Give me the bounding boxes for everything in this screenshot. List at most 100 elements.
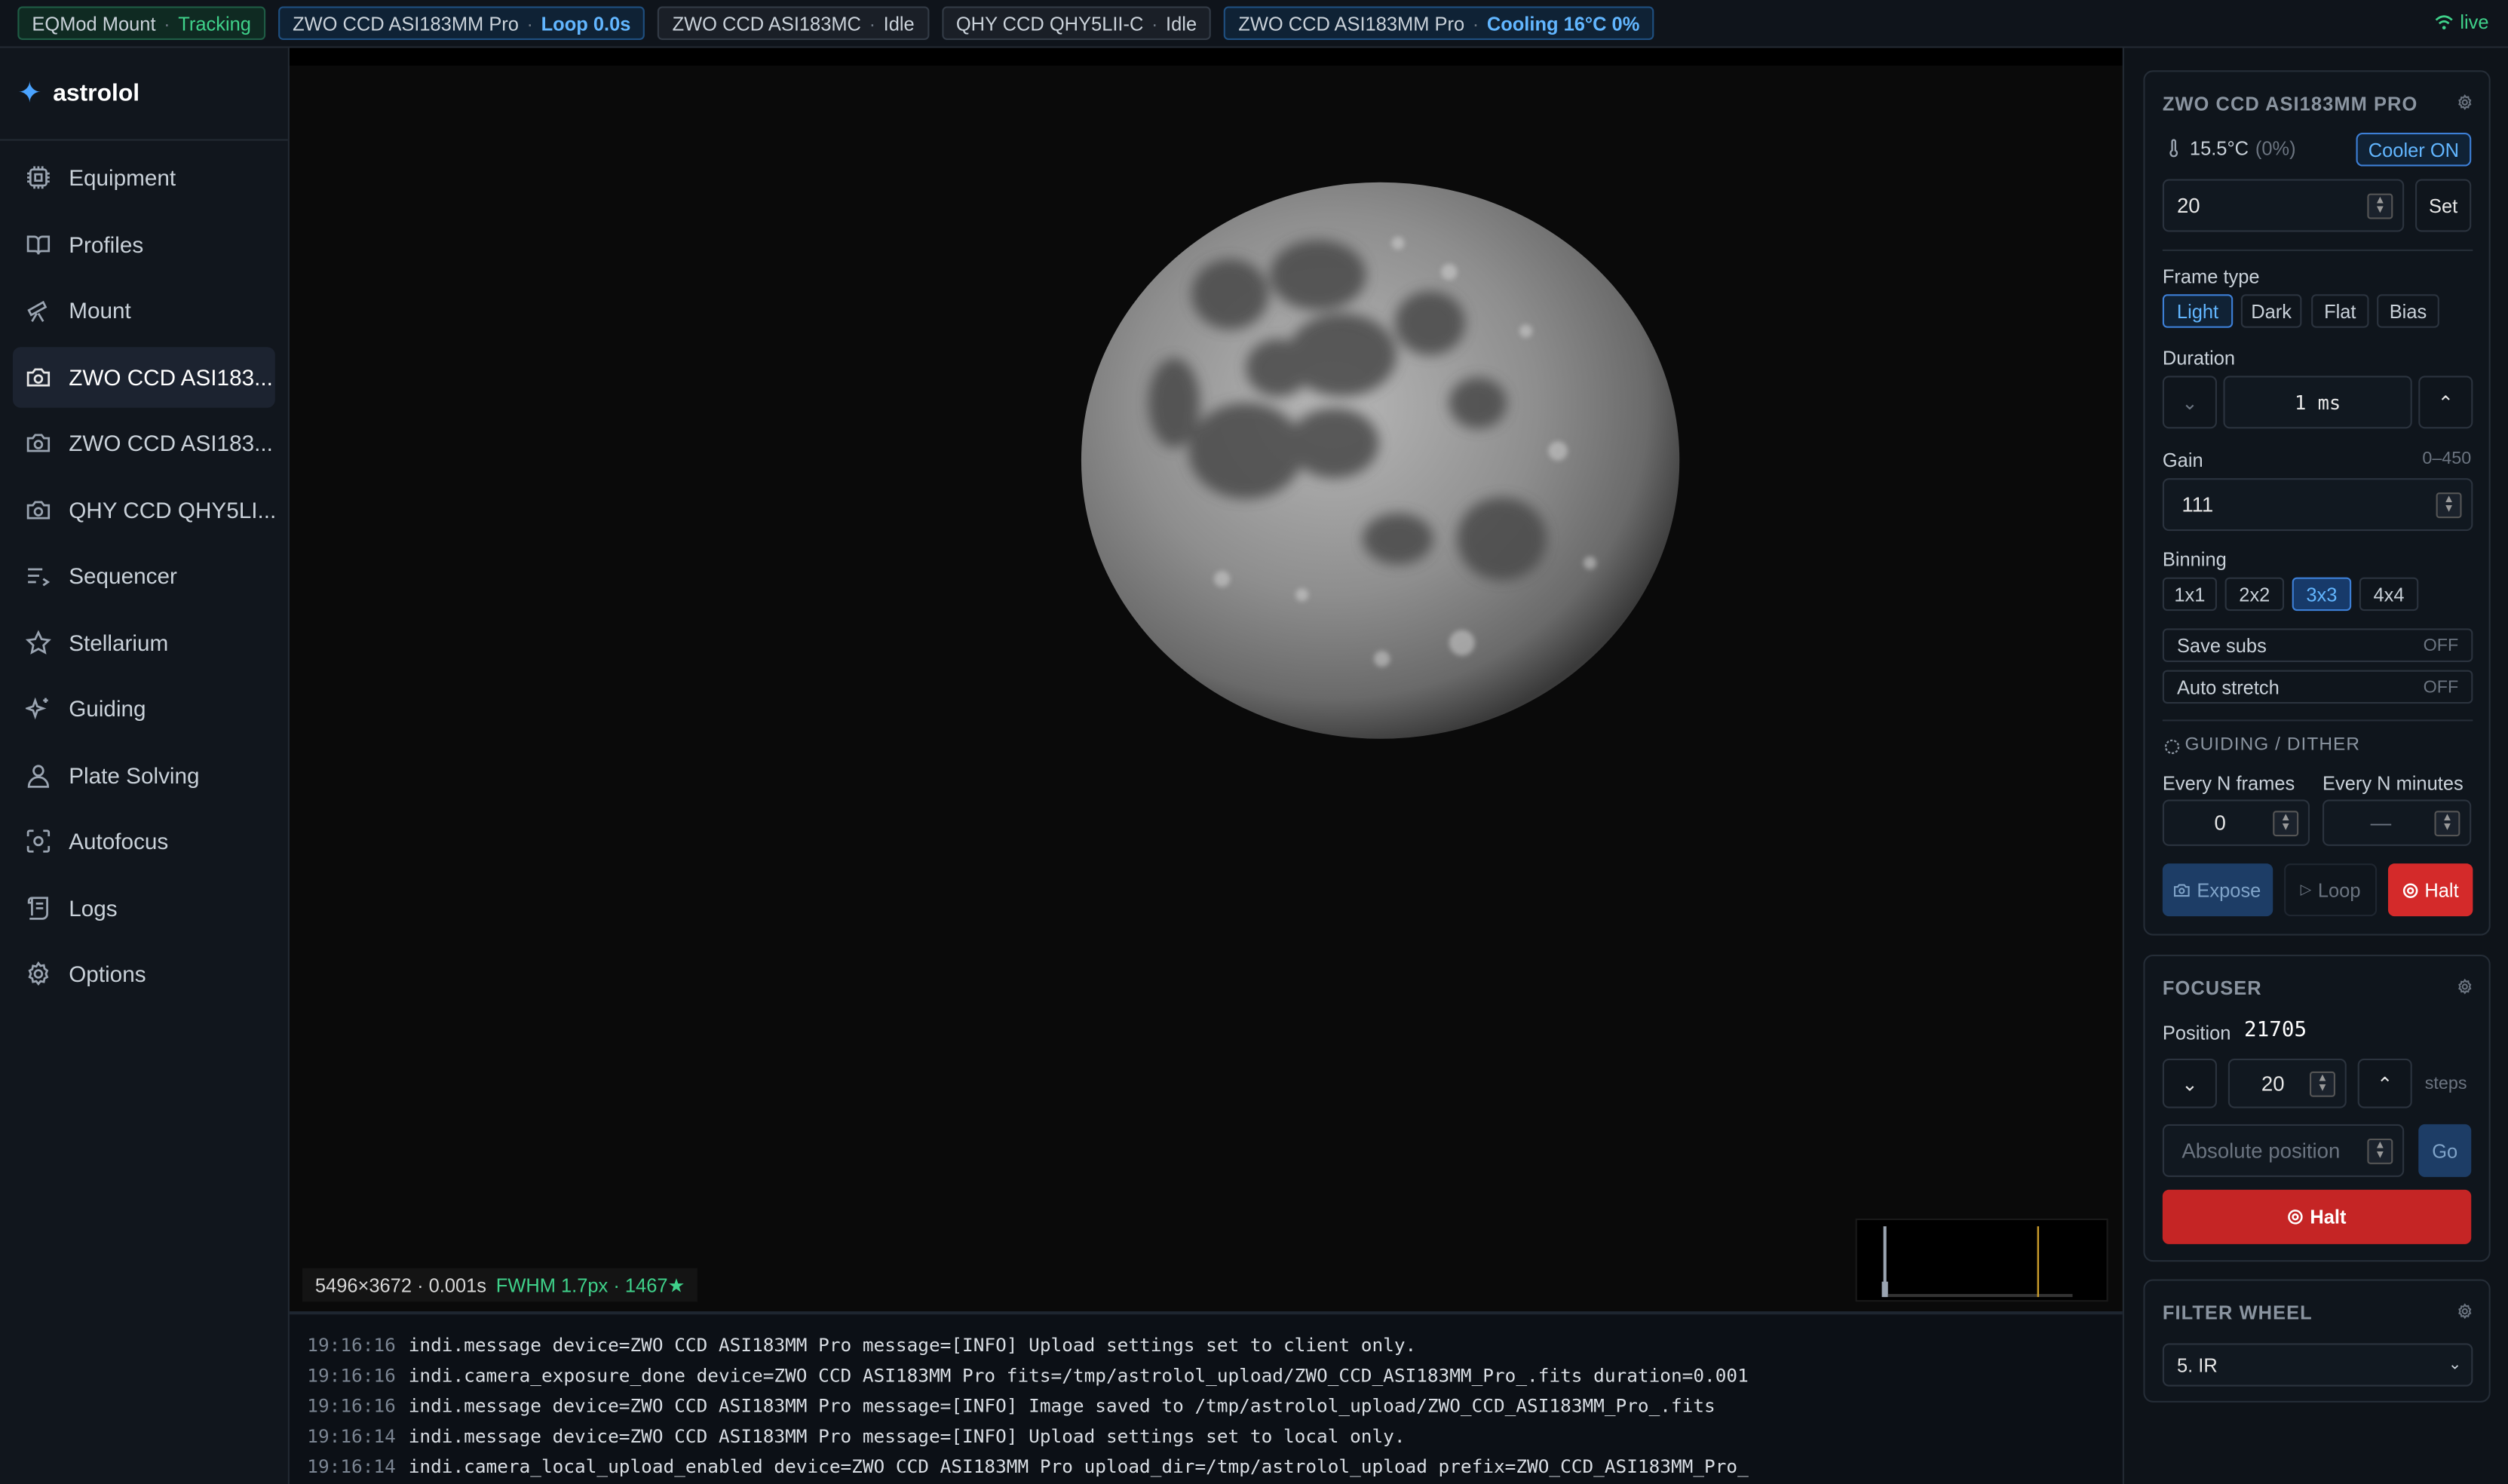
user-pin-icon [27, 764, 50, 787]
duration-increase-button[interactable]: ⌃ [2418, 376, 2473, 429]
sidebar-item-camera-1[interactable]: ZWO CCD ASI183... [12, 346, 275, 407]
save-subs-label: Save subs [2176, 633, 2267, 657]
app-root: EQMod Mount · Tracking ZWO CCD ASI183MM Pr… [0, 0, 2508, 1484]
chip-status: Idle [1166, 11, 1197, 35]
image-viewer[interactable]: 5496×3672 · 0.001s FWHM 1.7px · 1467★ [289, 48, 2123, 1311]
log-message: indi.message device=ZWO CCD ASI183MM Pro… [408, 1394, 1715, 1417]
log-panel[interactable]: 19:16:16 indi.message device=ZWO CCD ASI1… [289, 1311, 2123, 1484]
frame-type-label: Frame type [2162, 265, 2260, 288]
sidebar-item-label: Plate Solving [69, 762, 200, 788]
frame-type-dark[interactable]: Dark [2240, 294, 2302, 328]
every-minutes-stepper[interactable]: ▲ ▼ [2434, 810, 2460, 836]
halt-capture-button[interactable]: Halt [2387, 863, 2473, 917]
sidebar-item-sequencer[interactable]: Sequencer [13, 545, 275, 606]
guiding-title: GUIDING / DITHER [2185, 735, 2361, 755]
sidebar-item-guiding[interactable]: Guiding [13, 678, 275, 739]
auto-stretch-toggle[interactable]: Auto stretch OFF [2162, 670, 2473, 704]
setpoint-stepper[interactable]: ▲ ▼ [2367, 192, 2393, 219]
sidebar-item-stellarium[interactable]: Stellarium [13, 612, 275, 673]
filter-wheel-title: FILTER WHEEL [2162, 1302, 2313, 1324]
sidebar: ✦ astrolol Equipment Profiles Mount ZWO … [0, 48, 290, 1484]
nav-list: Equipment Profiles Mount ZWO CCD ASI183.… [0, 141, 288, 1004]
gear-icon[interactable] [2457, 978, 2473, 995]
frame-type-light[interactable]: Light [2162, 294, 2234, 328]
gain-input[interactable]: 111 ▲ ▼ [2162, 478, 2473, 532]
chip-device: EQMod Mount [32, 11, 156, 35]
sidebar-item-options[interactable]: Options [13, 943, 275, 1004]
binning-1x1[interactable]: 1x1 [2162, 577, 2217, 612]
filter-select[interactable]: 5. IR ⌄ [2162, 1343, 2473, 1387]
chip-device: ZWO CCD ASI183MM Pro [293, 11, 519, 35]
expose-button[interactable]: Expose [2162, 863, 2273, 917]
focus-out-button[interactable]: ⌃ [2357, 1058, 2412, 1108]
image-stats: 5496×3672 · 0.001s FWHM 1.7px · 1467★ [302, 1268, 698, 1302]
every-minutes-input[interactable]: — ▲ ▼ [2322, 799, 2472, 846]
focus-in-button[interactable]: ⌄ [2162, 1058, 2217, 1108]
status-chip-mount[interactable]: EQMod Mount · Tracking [17, 6, 266, 41]
sidebar-item-label: Mount [69, 297, 131, 323]
frame-type-bias[interactable]: Bias [2377, 294, 2439, 328]
log-timestamp: 19:16:14 [307, 1424, 396, 1448]
status-chip-camera-1[interactable]: ZWO CCD ASI183MM Pro · Loop 0.0s [277, 6, 645, 41]
log-message: indi.message device=ZWO CCD ASI183MM Pro… [408, 1333, 1417, 1357]
go-button[interactable]: Go [2418, 1124, 2472, 1177]
stop-circle-icon [2402, 882, 2418, 897]
sidebar-item-camera-3[interactable]: QHY CCD QHY5LI... [13, 479, 275, 540]
sidebar-item-label: Logs [69, 894, 118, 921]
duration-label: Duration [2162, 347, 2236, 369]
sidebar-item-plate-solving[interactable]: Plate Solving [13, 744, 275, 805]
status-bar: EQMod Mount · Tracking ZWO CCD ASI183MM Pr… [0, 0, 2508, 48]
gear-icon[interactable] [2457, 94, 2473, 110]
brand[interactable]: ✦ astrolol [0, 48, 288, 141]
duration-decrease-button[interactable]: ⌄ [2162, 376, 2217, 429]
log-timestamp: 19:16:16 [307, 1394, 396, 1417]
sidebar-item-label: Equipment [69, 164, 176, 191]
frame-type-flat[interactable]: Flat [2311, 294, 2369, 328]
cooler-toggle-button[interactable]: Cooler ON [2356, 133, 2472, 167]
camera-temp: 15.5°C [2189, 137, 2249, 161]
absolute-position-input[interactable]: Absolute position ▲ ▼ [2162, 1124, 2405, 1177]
log-message: indi.message device=ZWO CCD ASI183MM Pro… [408, 1424, 1406, 1448]
camera-icon [26, 434, 51, 452]
log-message: indi.camera_exposure_done device=ZWO CCD… [408, 1363, 1749, 1387]
sidebar-item-equipment[interactable]: Equipment [13, 147, 275, 208]
absolute-position-stepper[interactable]: ▲ ▼ [2367, 1137, 2393, 1164]
sidebar-item-label: Guiding [69, 695, 146, 722]
viewer-top-strip [289, 48, 2123, 66]
sidebar-item-mount[interactable]: Mount [13, 280, 275, 341]
sidebar-item-profiles[interactable]: Profiles [13, 213, 275, 274]
sparkle-icon [25, 697, 48, 720]
focus-step-input[interactable]: 20 ▲ ▼ [2227, 1058, 2347, 1108]
every-frames-input[interactable]: 0 ▲ ▼ [2162, 799, 2310, 846]
status-chip-camera-2[interactable]: ZWO CCD ASI183MC · Idle [658, 6, 929, 41]
loop-button[interactable]: ▷ Loop [2284, 863, 2378, 917]
binning-2x2[interactable]: 2x2 [2224, 577, 2285, 612]
sidebar-item-autofocus[interactable]: Autofocus [13, 811, 275, 872]
focuser-halt-button[interactable]: Halt [2162, 1189, 2472, 1244]
chip-device: ZWO CCD ASI183MC [672, 11, 861, 35]
set-temp-button[interactable]: Set [2415, 179, 2472, 232]
chip-status: Idle [883, 11, 915, 35]
duration-input[interactable]: 1 ms [2223, 376, 2412, 429]
chevron-up-icon: ⌃ [2377, 1072, 2393, 1095]
image-info: 5496×3672 · 0.001s [314, 1274, 487, 1296]
status-chip-cooler[interactable]: ZWO CCD ASI183MM Pro · Cooling 16°C 0% [1224, 6, 1654, 41]
save-subs-toggle[interactable]: Save subs OFF [2162, 628, 2473, 662]
status-chip-camera-3[interactable]: QHY CCD QHY5LII-C · Idle [941, 6, 1212, 41]
every-frames-stepper[interactable]: ▲ ▼ [2273, 810, 2299, 836]
gain-stepper[interactable]: ▲ ▼ [2436, 492, 2462, 518]
chip-device: QHY CCD QHY5LII-C [955, 11, 1144, 35]
sidebar-item-label: ZWO CCD ASI183... [69, 363, 273, 390]
sidebar-item-label: ZWO CCD ASI183... [69, 430, 273, 456]
binning-3x3[interactable]: 3x3 [2292, 577, 2352, 612]
gear-icon[interactable] [2457, 1303, 2473, 1320]
cooler-setpoint-input[interactable]: 20 ▲ ▼ [2162, 179, 2405, 232]
focus-step-stepper[interactable]: ▲ ▼ [2310, 1070, 2335, 1096]
sidebar-item-logs[interactable]: Logs [13, 877, 275, 938]
histogram[interactable] [1855, 1218, 2108, 1302]
binning-4x4[interactable]: 4x4 [2359, 577, 2419, 612]
every-frames-value: 0 [2214, 811, 2226, 836]
sidebar-item-camera-2[interactable]: ZWO CCD ASI183... [13, 412, 275, 474]
filter-selected: 5. IR [2176, 1354, 2218, 1376]
chip-separator: · [869, 11, 876, 35]
